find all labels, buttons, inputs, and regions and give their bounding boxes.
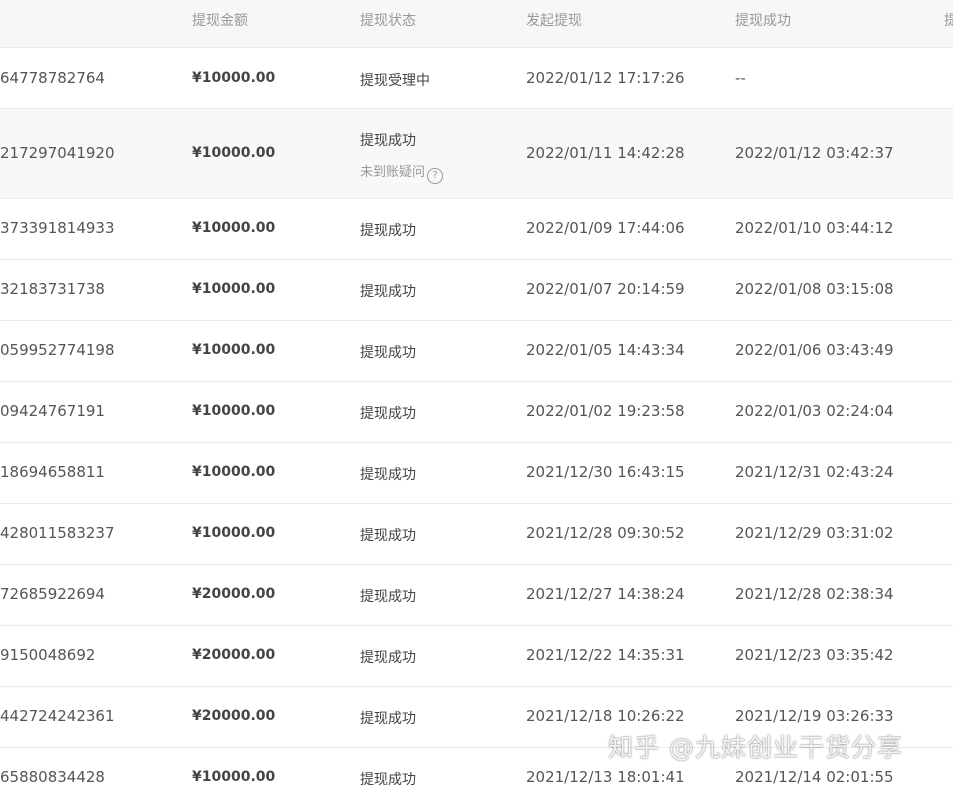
start-time: 2021/12/30 16:43:15 [526,463,685,481]
amount: ¥10000.00 [192,403,276,419]
start-time: 2022/01/05 14:43:34 [526,341,685,359]
table-row: 428011583237 ¥10000.00 提现成功 2021/12/28 0… [0,504,953,565]
order-id: 059952774198 [0,341,115,359]
table-row: 217297041920 ¥10000.00 提现成功 未到账疑问? 2022/… [0,109,953,199]
withdrawal-table: 提现金额 提现状态 发起提现 提现成功 提 64778782764 ¥10000… [0,0,953,808]
success-time: 2021/12/23 03:35:42 [735,646,894,664]
table-row: 059952774198 ¥10000.00 提现成功 2022/01/05 1… [0,321,953,382]
status: 提现成功 [360,650,416,666]
zhihu-watermark: 知乎 @九妹创业干货分享 [608,733,903,762]
table-row: 373391814933 ¥10000.00 提现成功 2022/01/09 1… [0,199,953,260]
start-time: 2021/12/22 14:35:31 [526,646,685,664]
table-header: 提现金额 提现状态 发起提现 提现成功 提 [0,0,953,48]
amount: ¥10000.00 [192,464,276,480]
amount: ¥10000.00 [192,281,276,297]
status: 提现受理中 [360,73,430,89]
order-id: 64778782764 [0,69,105,87]
status: 提现成功 [360,711,416,727]
not-received-label: 未到账疑问 [360,165,426,180]
order-id: 442724242361 [0,707,115,725]
success-time: 2021/12/19 03:26:33 [735,707,894,725]
status: 提现成功 [360,345,416,361]
success-time: 2022/01/10 03:44:12 [735,219,894,237]
order-id: 217297041920 [0,144,115,162]
table-row: 72685922694 ¥20000.00 提现成功 2021/12/27 14… [0,565,953,626]
amount: ¥10000.00 [192,70,276,86]
amount: ¥10000.00 [192,342,276,358]
start-time: 2022/01/11 14:42:28 [526,144,685,162]
not-received-query-link[interactable]: 未到账疑问? [360,161,444,184]
header-amount: 提现金额 [192,13,248,29]
amount: ¥10000.00 [192,769,276,785]
status: 提现成功 [360,467,416,483]
success-time: -- [735,69,746,87]
order-id: 32183731738 [0,280,105,298]
start-time: 2022/01/07 20:14:59 [526,280,685,298]
question-circle-icon[interactable]: ? [427,168,444,184]
start-time: 2021/12/28 09:30:52 [526,524,685,542]
order-id: 9150048692 [0,646,96,664]
header-extra: 提 [944,13,953,29]
success-time: 2021/12/28 02:38:34 [735,585,894,603]
table-row: 18694658811 ¥10000.00 提现成功 2021/12/30 16… [0,443,953,504]
table-row: 32183731738 ¥10000.00 提现成功 2022/01/07 20… [0,260,953,321]
order-id: 65880834428 [0,768,105,786]
order-id: 72685922694 [0,585,105,603]
success-time: 2022/01/12 03:42:37 [735,144,894,162]
success-time: 2021/12/14 02:01:55 [735,768,894,786]
table-row: 64778782764 ¥10000.00 提现受理中 2022/01/12 1… [0,48,953,109]
status: 提现成功 [360,284,416,300]
amount: ¥10000.00 [192,525,276,541]
success-time: 2022/01/03 02:24:04 [735,402,894,420]
status: 提现成功 [360,528,416,544]
amount: ¥20000.00 [192,708,276,724]
success-time: 2021/12/31 02:43:24 [735,463,894,481]
order-id: 428011583237 [0,524,115,542]
start-time: 2022/01/09 17:44:06 [526,219,685,237]
amount: ¥20000.00 [192,586,276,602]
start-time: 2021/12/27 14:38:24 [526,585,685,603]
table-row: 09424767191 ¥10000.00 提现成功 2022/01/02 19… [0,382,953,443]
start-time: 2022/01/12 17:17:26 [526,69,685,87]
start-time: 2022/01/02 19:23:58 [526,402,685,420]
order-id: 373391814933 [0,219,115,237]
amount: ¥10000.00 [192,145,276,161]
start-time: 2021/12/13 18:01:41 [526,768,685,786]
header-status: 提现状态 [360,13,416,29]
status: 提现成功 [360,133,416,149]
success-time: 2021/12/29 03:31:02 [735,524,894,542]
status: 提现成功 [360,589,416,605]
amount: ¥10000.00 [192,220,276,236]
header-success-time: 提现成功 [735,13,791,29]
success-time: 2022/01/08 03:15:08 [735,280,894,298]
status: 提现成功 [360,406,416,422]
header-start-time: 发起提现 [526,13,582,29]
status: 提现成功 [360,772,416,788]
order-id: 09424767191 [0,402,105,420]
amount: ¥20000.00 [192,647,276,663]
table-row: 9150048692 ¥20000.00 提现成功 2021/12/22 14:… [0,626,953,687]
success-time: 2022/01/06 03:43:49 [735,341,894,359]
start-time: 2021/12/18 10:26:22 [526,707,685,725]
order-id: 18694658811 [0,463,105,481]
status: 提现成功 [360,223,416,239]
